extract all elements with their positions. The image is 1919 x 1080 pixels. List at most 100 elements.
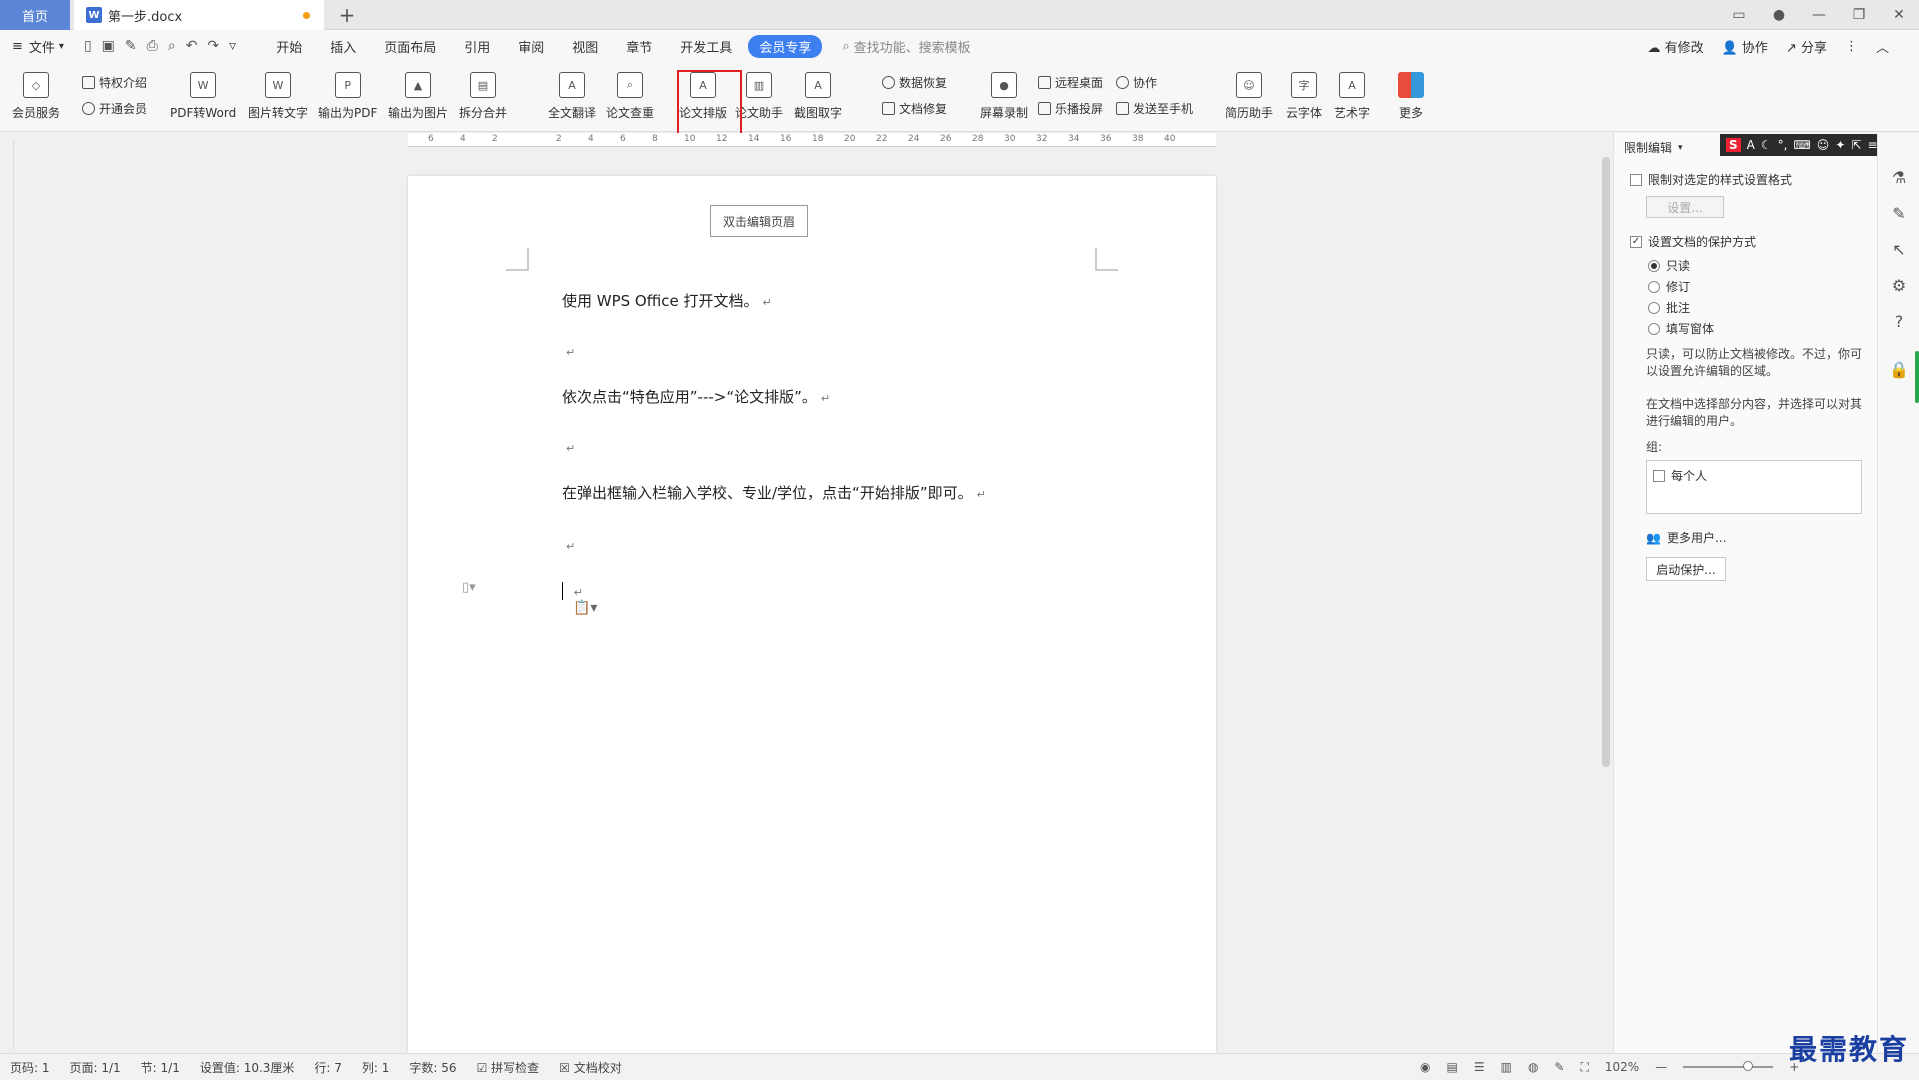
screenshot-ocr-button[interactable]: A 截图取字 <box>794 72 842 121</box>
document-page[interactable]: 双击编辑页眉 使用 WPS Office 打开文档。 ↵ ↵ 依次点击“特色应用”… <box>408 176 1216 1056</box>
outline-view-icon[interactable]: ☰ <box>1474 1060 1485 1074</box>
checkbox-unchecked[interactable] <box>1653 469 1665 482</box>
more-users-link[interactable]: 👥 更多用户... <box>1646 529 1726 546</box>
paste-options-icon[interactable]: 📋▾ <box>573 600 597 616</box>
page-count-icon[interactable]: ▭ <box>1719 7 1759 23</box>
close-button[interactable]: ✕ <box>1879 7 1919 23</box>
member-service-button[interactable]: ◇ 会员服务 <box>12 72 60 121</box>
sogou-icon[interactable]: S <box>1726 138 1741 152</box>
send-phone-button[interactable]: 发送至手机 <box>1116 100 1193 117</box>
paper-assist-button[interactable]: ▥ 论文助手 <box>735 72 783 121</box>
pen-icon[interactable]: ✎ <box>1889 203 1909 223</box>
tools-icon[interactable]: ✦ <box>1835 138 1845 152</box>
status-page-num[interactable]: 页码: 1 <box>10 1059 50 1076</box>
spell-check-button[interactable]: ☑ 拼写检查 <box>477 1059 540 1076</box>
everyone-checkbox[interactable]: 每个人 <box>1653 467 1707 484</box>
full-translate-button[interactable]: A 全文翻译 <box>548 72 596 121</box>
read-view-icon[interactable]: ▥ <box>1501 1060 1512 1074</box>
art-text-button[interactable]: A 艺术字 <box>1334 72 1370 121</box>
scrollbar-thumb[interactable] <box>1602 157 1610 767</box>
data-recover-button[interactable]: 数据恢复 <box>882 74 947 91</box>
status-section[interactable]: 节: 1/1 <box>141 1059 180 1076</box>
ribbon-collab-button[interactable]: 协作 <box>1116 74 1157 91</box>
pdf-to-word-button[interactable]: W PDF转Word <box>170 72 236 121</box>
zoom-out-icon[interactable]: — <box>1655 1060 1667 1074</box>
moon-icon[interactable]: ☾ <box>1761 138 1772 152</box>
resume-button[interactable]: ☺ 简历助手 <box>1225 72 1273 121</box>
share-button[interactable]: ↗ 分享 <box>1786 37 1827 56</box>
radio[interactable] <box>1648 301 1660 314</box>
protect-mode-checkbox[interactable]: ✓ 设置文档的保护方式 <box>1630 233 1756 250</box>
status-col[interactable]: 列: 1 <box>362 1059 390 1076</box>
doc-repair-button[interactable]: 文档修复 <box>882 100 947 117</box>
file-menu[interactable]: ≡ 文件 ▾ <box>0 37 76 56</box>
expand-icon[interactable]: ⇱ <box>1851 138 1861 152</box>
minimize-button[interactable]: — <box>1799 7 1839 23</box>
vertical-scrollbar[interactable] <box>1600 133 1612 1053</box>
style-icon[interactable]: ⚗ <box>1889 167 1909 187</box>
status-words[interactable]: 字数: 56 <box>409 1059 456 1076</box>
edit-icon[interactable]: ✎ <box>1554 1060 1564 1074</box>
menu-tab[interactable]: 引用 <box>450 37 504 56</box>
new-tab-button[interactable]: + <box>334 2 360 28</box>
open-member-button[interactable]: 开通会员 <box>82 100 147 117</box>
page-view-icon[interactable]: ▤ <box>1446 1060 1457 1074</box>
cursor-paragraph[interactable]: ↵ <box>562 582 583 600</box>
proofread-button[interactable]: ☒ 文档校对 <box>559 1059 622 1076</box>
start-protect-button[interactable]: 启动保护... <box>1646 557 1726 581</box>
print-preview-icon[interactable]: ⌕ <box>168 38 176 54</box>
status-page[interactable]: 页面: 1/1 <box>70 1059 121 1076</box>
person-icon[interactable]: ☺ <box>1817 138 1830 152</box>
radio[interactable] <box>1648 322 1660 335</box>
edit-header-button[interactable]: 双击编辑页眉 <box>710 205 808 237</box>
remote-desktop-button[interactable]: 远程桌面 <box>1038 74 1103 91</box>
undo-icon[interactable]: ↶ <box>186 38 198 54</box>
save-icon[interactable]: ▣ <box>102 38 115 54</box>
paragraph[interactable]: 使用 WPS Office 打开文档。 ↵ <box>562 290 772 311</box>
fit-icon[interactable]: ⛶ <box>1580 1060 1588 1075</box>
menu-tab[interactable]: 开始 <box>262 37 316 56</box>
panel-title[interactable]: 限制编辑 ▾ <box>1624 139 1683 156</box>
image-to-text-button[interactable]: W 图片转文字 <box>248 72 308 121</box>
export-image-button[interactable]: ▲ 输出为图片 <box>388 72 448 121</box>
menu-tab[interactable]: 审阅 <box>504 37 558 56</box>
split-merge-button[interactable]: ▤ 拆分合并 <box>459 72 507 121</box>
export-pdf-button[interactable]: P 输出为PDF <box>318 72 377 121</box>
checkbox-checked[interactable]: ✓ <box>1630 235 1642 248</box>
radio[interactable] <box>1648 280 1660 293</box>
option-readonly[interactable]: 只读 <box>1648 257 1690 274</box>
status-setting[interactable]: 设置值: 10.3厘米 <box>200 1059 295 1076</box>
menu-icon[interactable]: ≡ <box>1867 138 1877 152</box>
menu-tab[interactable]: 页面布局 <box>370 37 450 56</box>
select-icon[interactable]: ↖ <box>1889 239 1909 259</box>
option-form[interactable]: 填写窗体 <box>1648 320 1714 337</box>
doc-outline-icon[interactable]: ▯▾ <box>462 580 476 595</box>
empty-paragraph[interactable]: ↵ <box>562 342 575 360</box>
customize-icon[interactable]: ▿ <box>229 38 236 54</box>
print-icon[interactable]: ⎙ <box>147 38 158 54</box>
status-row[interactable]: 行: 7 <box>314 1059 342 1076</box>
new-doc-icon[interactable]: ▯ <box>84 38 92 54</box>
more-icon[interactable]: ⋮ <box>1845 39 1858 54</box>
menu-tab[interactable]: 开发工具 <box>666 37 746 56</box>
collab-button[interactable]: 👤 协作 <box>1722 37 1768 56</box>
privilege-button[interactable]: 特权介绍 <box>82 74 147 91</box>
tab-document[interactable]: W 第一步.docx <box>74 0 324 30</box>
menu-tab[interactable]: 章节 <box>612 37 666 56</box>
settings-button[interactable]: 设置... <box>1646 196 1724 218</box>
punct-icon[interactable]: °, <box>1778 138 1788 152</box>
keyboard-icon[interactable]: ⌨ <box>1793 138 1810 152</box>
checkbox-unchecked[interactable] <box>1630 173 1642 186</box>
radio-selected[interactable] <box>1648 259 1660 272</box>
collapse-ribbon-icon[interactable]: ︿ <box>1876 37 1889 56</box>
zoom-slider[interactable] <box>1683 1061 1774 1071</box>
empty-paragraph[interactable]: ↵ <box>562 438 575 456</box>
empty-paragraph[interactable]: ↵ <box>562 536 575 554</box>
paragraph[interactable]: 依次点击“特色应用”--->“论文排版”。 ↵ <box>562 386 830 407</box>
tab-vip[interactable]: 会员专享 <box>748 34 823 58</box>
restore-button[interactable]: ❐ <box>1839 7 1879 23</box>
menu-tab[interactable]: 视图 <box>558 37 612 56</box>
redo-icon[interactable]: ↷ <box>207 38 219 54</box>
modified-button[interactable]: ☁ 有修改 <box>1647 37 1703 56</box>
format-painter-icon[interactable]: ✎ <box>125 38 137 54</box>
